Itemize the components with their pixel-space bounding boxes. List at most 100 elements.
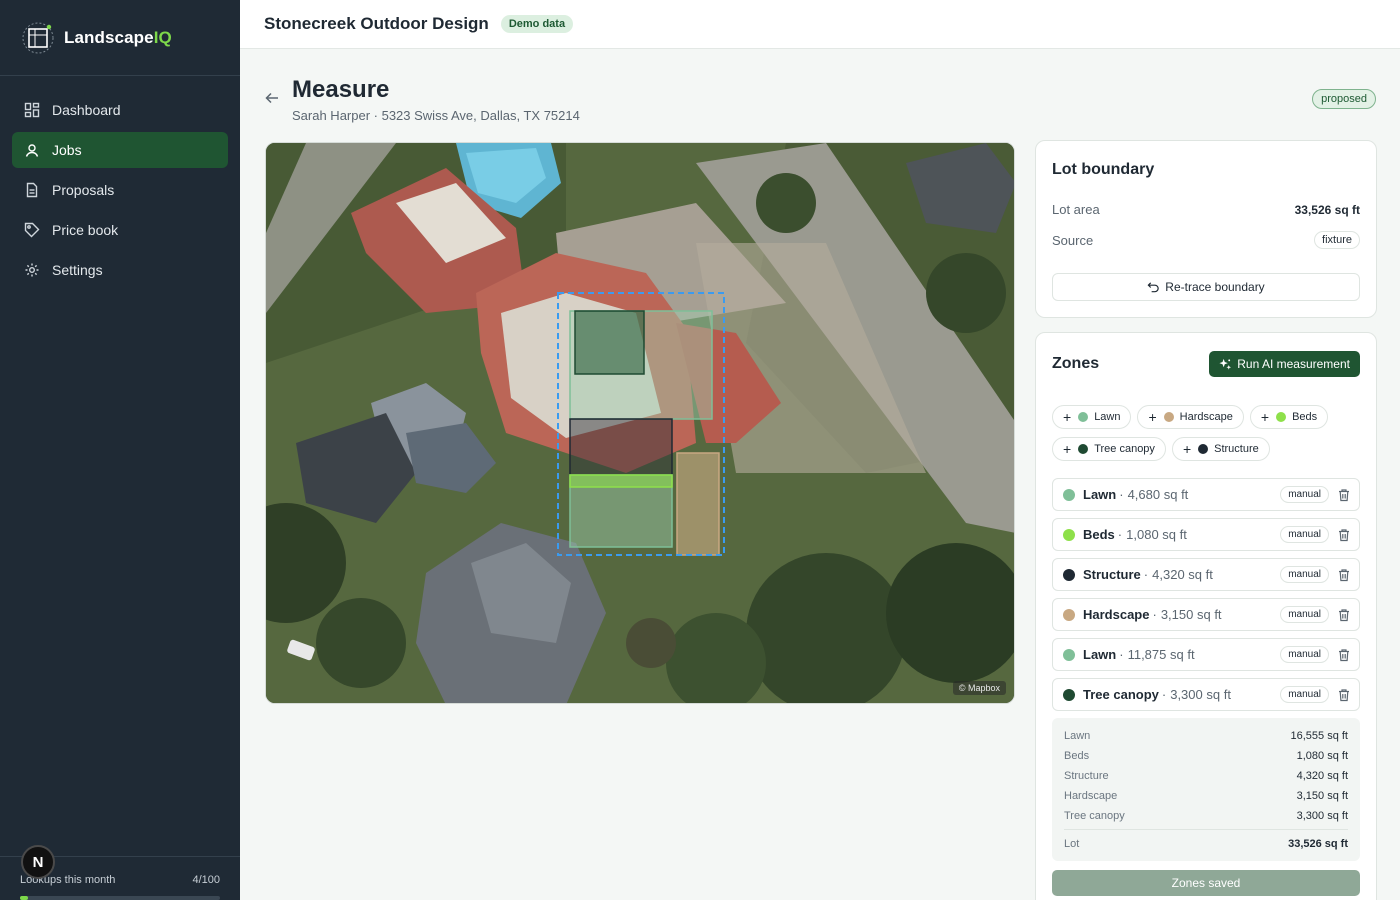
zone-source-tag: manual (1280, 606, 1329, 623)
summary-label: Tree canopy (1064, 810, 1125, 822)
zone-color-dot (1063, 688, 1075, 701)
usage-bar-fill (20, 896, 28, 900)
add-zone-chip-tree-canopy[interactable]: + Tree canopy (1052, 437, 1166, 461)
zone-area: 3,150 sq ft (1160, 607, 1222, 622)
page-title: Measure (292, 76, 390, 103)
satellite-map[interactable]: © Mapbox (265, 142, 1015, 704)
sidebar-item-settings[interactable]: Settings (12, 252, 228, 288)
dev-tools-badge[interactable]: N (21, 845, 55, 879)
zone-source-tag: manual (1280, 526, 1329, 543)
zone-row[interactable]: Lawn · 4,680 sq ft manual (1052, 478, 1360, 511)
zone-name: Lawn (1083, 487, 1117, 502)
zone-color-dot (1063, 488, 1075, 501)
summary-value: 1,080 sq ft (1296, 750, 1348, 762)
demo-data-badge: Demo data (500, 15, 574, 33)
back-arrow-icon[interactable] (264, 90, 280, 106)
zone-list: Lawn · 4,680 sq ft manual Beds · 1,080 sq ft… (1052, 478, 1360, 711)
summary-total-value: 33,526 sq ft (1288, 838, 1348, 850)
zone-name: Structure (1083, 567, 1141, 582)
zone-row[interactable]: Beds · 1,080 sq ft manual (1052, 518, 1360, 551)
sidebar-item-proposals[interactable]: Proposals (12, 172, 228, 208)
brand-name: LandscapeIQ (64, 27, 172, 47)
summary-row: Lawn 16,555 sq ft (1064, 726, 1348, 746)
sidebar-item-price-book[interactable]: Price book (12, 212, 228, 248)
summary-total-row: Lot 33,526 sq ft (1064, 829, 1348, 855)
summary-value: 3,150 sq ft (1296, 790, 1348, 802)
zone-color-dot (1276, 412, 1287, 422)
zone-color-dot (1163, 412, 1174, 422)
trash-icon[interactable] (1337, 648, 1351, 662)
undo-icon (1147, 281, 1159, 292)
zone-row[interactable]: Tree canopy · 3,300 sq ft manual (1052, 678, 1360, 711)
chip-label: Lawn (1094, 411, 1121, 423)
usage-value: 4/100 (192, 874, 220, 886)
zones-card: Zones Run AI measurement + Lawn + Hardscap… (1035, 332, 1377, 900)
summary-label: Lawn (1064, 730, 1091, 742)
zone-color-dot (1063, 648, 1075, 661)
summary-row: Beds 1,080 sq ft (1064, 746, 1348, 766)
chip-label: Structure (1214, 443, 1259, 455)
trash-icon[interactable] (1337, 568, 1351, 582)
summary-row: Structure 4,320 sq ft (1064, 766, 1348, 786)
trash-icon[interactable] (1337, 688, 1351, 702)
lot-source-row: Source fixture (1052, 231, 1360, 249)
lot-area-label: Lot area (1052, 202, 1100, 217)
add-zone-chip-structure[interactable]: + Structure (1171, 437, 1270, 461)
plus-icon: + (1260, 409, 1270, 425)
add-zone-chip-hardscape[interactable]: + Hardscape (1137, 405, 1244, 429)
plus-icon: + (1148, 409, 1157, 425)
run-ai-measurement-button[interactable]: Run AI measurement (1209, 351, 1360, 377)
summary-label: Structure (1064, 770, 1109, 782)
add-zone-chip-beds[interactable]: + Beds (1249, 405, 1329, 429)
summary-label: Beds (1064, 750, 1090, 762)
zone-name: Lawn (1083, 647, 1117, 662)
document-icon (26, 182, 38, 198)
sidebar-item-label: Dashboard (52, 102, 121, 118)
dashboard-icon (24, 102, 40, 118)
summary-value: 4,320 sq ft (1296, 770, 1348, 782)
summary-row: Hardscape 3,150 sq ft (1064, 786, 1348, 806)
zone-name: Tree canopy (1083, 687, 1159, 702)
zone-color-dot (1063, 528, 1075, 541)
chip-label: Beds (1292, 411, 1318, 423)
zone-color-dot (1063, 608, 1075, 621)
sidebar-item-dashboard[interactable]: Dashboard (12, 92, 228, 128)
chip-label: Tree canopy (1094, 443, 1155, 455)
zone-row[interactable]: Lawn · 11,875 sq ft manual (1052, 638, 1360, 671)
add-zone-chips: + Lawn + Hardscape + Beds + Tree canopy + Str… (1052, 405, 1360, 461)
separator-dot: · (1117, 527, 1123, 542)
retrace-boundary-button[interactable]: Re-trace boundary (1052, 273, 1360, 301)
zone-overlay-beds (569, 474, 673, 488)
zone-overlay-hardscape (676, 452, 720, 556)
trash-icon[interactable] (1337, 528, 1351, 542)
gear-icon (25, 263, 39, 277)
add-zone-chip-lawn[interactable]: + Lawn (1052, 405, 1132, 429)
trash-icon[interactable] (1337, 608, 1351, 622)
brand[interactable]: LandscapeIQ (0, 0, 240, 76)
map-canvas[interactable] (266, 143, 1015, 704)
company-name: Stonecreek Outdoor Design (264, 14, 489, 33)
sparkles-icon (1219, 358, 1232, 370)
plus-icon: + (1182, 441, 1192, 457)
retrace-boundary-label: Re-trace boundary (1165, 280, 1265, 294)
summary-label: Hardscape (1064, 790, 1118, 802)
zone-name: Beds (1083, 527, 1115, 542)
separator-dot: · (1161, 687, 1167, 702)
zones-saved-button[interactable]: Zones saved (1052, 870, 1360, 896)
sidebar-item-label: Jobs (52, 142, 82, 158)
lot-boundary-title: Lot boundary (1052, 161, 1155, 178)
sidebar-item-label: Settings (52, 262, 103, 278)
lot-area-row: Lot area 33,526 sq ft (1052, 202, 1360, 217)
sidebar-item-label: Price book (52, 222, 119, 238)
sidebar-item-jobs[interactable]: Jobs (12, 132, 228, 168)
zone-row[interactable]: Structure · 4,320 sq ft manual (1052, 558, 1360, 591)
map-attribution[interactable]: © Mapbox (952, 681, 1006, 695)
run-ai-measurement-label: Run AI measurement (1237, 357, 1350, 371)
separator-dot: · (1143, 567, 1149, 582)
topbar: Stonecreek Outdoor Design Demo data (240, 0, 1400, 49)
plus-icon: + (1063, 409, 1072, 425)
trash-icon[interactable] (1337, 488, 1351, 502)
zone-row[interactable]: Hardscape · 3,150 sq ft manual (1052, 598, 1360, 631)
zone-name: Hardscape (1083, 607, 1150, 622)
separator-dot: · (1152, 607, 1157, 622)
